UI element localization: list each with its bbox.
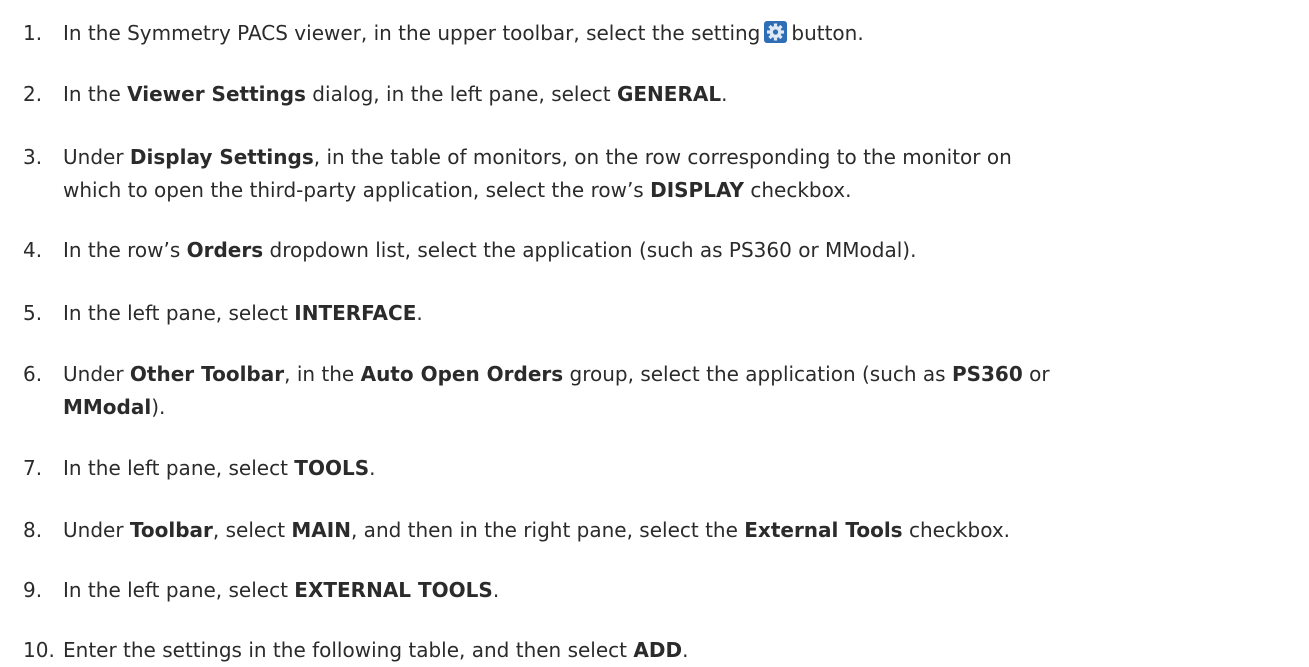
- step-text: which to open the third-party applicatio…: [63, 178, 651, 202]
- step-line-continued: which to open the third-party applicatio…: [63, 173, 851, 207]
- step-text: Enter the settings in the following tabl…: [63, 638, 634, 662]
- step-text: dropdown list, select the application (s…: [263, 238, 917, 262]
- step-text: In the Symmetry PACS viewer, in the uppe…: [63, 21, 761, 45]
- step-line: In the left pane, select EXTERNAL TOOLS.: [63, 573, 499, 607]
- step-text: , in the table of monitors, on the row c…: [313, 145, 1012, 169]
- step-number: 10.: [23, 638, 55, 662]
- ui-term-bold: PS360: [951, 362, 1023, 386]
- step-text: , in the: [284, 362, 361, 386]
- step-text: or: [1022, 362, 1050, 386]
- ui-term-bold: External Tools: [744, 518, 903, 542]
- step-line: Under Toolbar, select MAIN, and then in …: [63, 513, 1010, 547]
- step-text: In the left pane, select: [63, 578, 295, 602]
- step-line: In the left pane, select INTERFACE.: [63, 296, 423, 330]
- ui-term-bold: Viewer Settings: [127, 82, 306, 106]
- step-text: In the row’s: [63, 238, 187, 262]
- ui-term-bold: MAIN: [291, 518, 351, 542]
- ui-term-bold: TOOLS: [294, 456, 370, 480]
- step-number: 6.: [23, 362, 43, 386]
- step-text: dialog, in the left pane, select: [305, 82, 617, 106]
- step-text: checkbox.: [902, 518, 1011, 542]
- step-text: Under: [63, 518, 130, 542]
- step-number: 8.: [23, 518, 43, 542]
- step-text: , and then in the right pane, select the: [350, 518, 745, 542]
- ui-term-bold: INTERFACE: [294, 301, 417, 325]
- settings-gear-icon: [760, 21, 791, 45]
- step-text: In the left pane, select: [63, 456, 295, 480]
- step-line: In the Symmetry PACS viewer, in the uppe…: [63, 16, 864, 50]
- step-number: 3.: [23, 145, 43, 169]
- step-line: Enter the settings in the following tabl…: [63, 633, 688, 667]
- ui-term-bold: GENERAL: [616, 82, 722, 106]
- step-line: In the left pane, select TOOLS.: [63, 451, 375, 485]
- step-text: group, select the application (such as: [563, 362, 952, 386]
- step-number: 2.: [23, 82, 43, 106]
- step-number: 9.: [23, 578, 43, 602]
- ui-term-bold: DISPLAY: [650, 178, 744, 202]
- step-text: .: [369, 456, 376, 480]
- ui-term-bold: Other Toolbar: [129, 362, 285, 386]
- step-number: 5.: [23, 301, 43, 325]
- step-text: In the left pane, select: [63, 301, 295, 325]
- ui-term-bold: Orders: [186, 238, 264, 262]
- step-text: .: [416, 301, 423, 325]
- step-text: .: [721, 82, 728, 106]
- step-line: Under Other Toolbar, in the Auto Open Or…: [63, 357, 1050, 391]
- ui-term-bold: Auto Open Orders: [360, 362, 564, 386]
- step-line-continued: MModal).: [63, 390, 165, 424]
- step-text: In the: [63, 82, 128, 106]
- step-text: .: [682, 638, 689, 662]
- step-number: 4.: [23, 238, 43, 262]
- step-line: In the row’s Orders dropdown list, selec…: [63, 233, 916, 267]
- ui-term-bold: ADD: [633, 638, 683, 662]
- step-line: In the Viewer Settings dialog, in the le…: [63, 77, 727, 111]
- ui-term-bold: Toolbar: [129, 518, 213, 542]
- step-text: Under: [63, 145, 130, 169]
- step-text: .: [492, 578, 500, 602]
- step-text: checkbox.: [744, 178, 852, 202]
- ui-term-bold: Display Settings: [129, 145, 314, 169]
- step-number: 7.: [23, 456, 43, 480]
- ui-term-bold: EXTERNAL TOOLS: [294, 578, 493, 602]
- step-text: button.: [791, 21, 864, 45]
- step-text: ).: [151, 395, 166, 419]
- step-line: Under Display Settings, in the table of …: [63, 140, 1012, 174]
- step-text: , select: [212, 518, 292, 542]
- ui-term-bold: MModal: [63, 395, 152, 419]
- step-text: Under: [63, 362, 130, 386]
- step-number: 1.: [23, 21, 43, 45]
